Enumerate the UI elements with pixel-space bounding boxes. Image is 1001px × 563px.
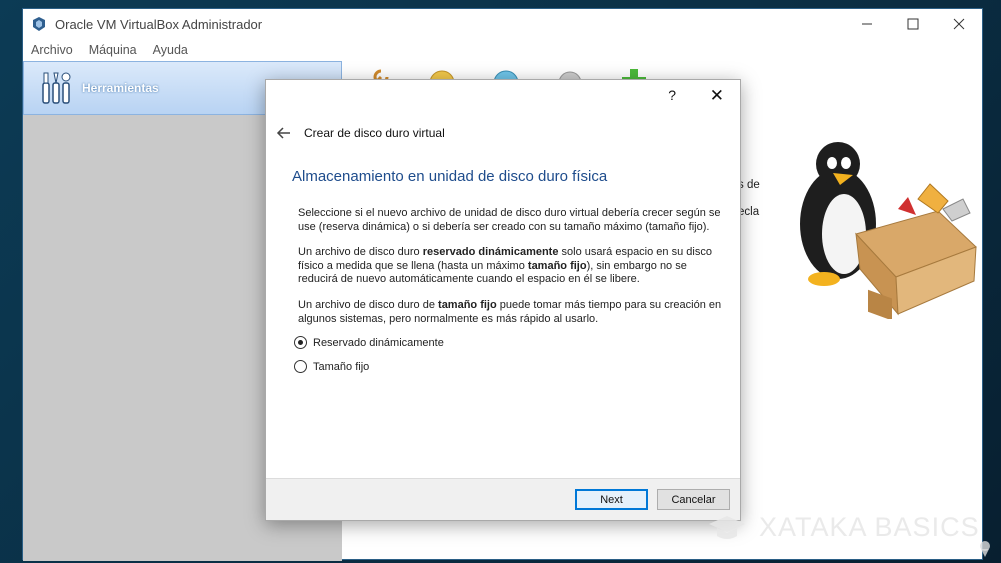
virtualbox-icon [33,17,45,31]
dialog-close-button[interactable]: ✕ [710,86,724,106]
page-title: Almacenamiento en unidad de disco duro f… [292,168,608,185]
dialog-footer: Next Cancelar [266,478,740,520]
radio-button-dynamic[interactable] [294,336,307,349]
para3-bold-fixed: tamaño fijo [438,299,497,311]
dialog-title-bar: ? ✕ [266,80,740,112]
maximize-icon [907,18,919,30]
close-window-button[interactable] [936,9,982,39]
virtualbox-mascot-illustration [800,142,977,319]
minimize-button[interactable] [844,9,890,39]
window-title: Oracle VM VirtualBox Administrador [55,16,263,32]
welcome-text-fragment-2: ecla [738,206,760,218]
menu-ayuda[interactable]: Ayuda [153,43,188,57]
back-arrow-icon[interactable] [276,125,292,141]
para2-text-a: Un archivo de disco duro [298,246,423,258]
description-paragraph-1: Seleccione si el nuevo archivo de unidad… [298,207,721,233]
watermark-text: XATAKA BASICS [759,512,980,542]
welcome-text-fragment-1: s de [738,179,760,191]
help-button[interactable]: ? [668,87,676,103]
graduation-cap-icon [709,515,745,539]
tools-icon [42,72,71,104]
radio-dynamic-option[interactable]: Reservado dinámicamente [294,336,444,349]
radio-fixed-option[interactable]: Tamaño fijo [294,360,369,373]
radio-label-dynamic: Reservado dinámicamente [313,336,444,349]
next-button[interactable]: Next [575,489,648,510]
minimize-icon [862,23,872,25]
menu-bar: Archivo Máquina Ayuda [23,39,982,61]
wizard-header: Crear de disco duro virtual [276,125,445,141]
menu-maquina[interactable]: Máquina [89,43,137,57]
radio-button-fixed[interactable] [294,360,307,373]
description-paragraph-3: Un archivo de disco duro de tamaño fijo … [298,299,728,326]
wizard-title: Crear de disco duro virtual [304,126,445,140]
para2-bold-fixed: tamaño fijo [527,259,587,272]
para3-text-a: Un archivo de disco duro de [298,299,439,311]
watermark: XATAKA BASICS [707,512,980,543]
maximize-button[interactable] [890,9,936,39]
description-paragraph-2: Un archivo de disco duro reservado dinám… [298,246,728,287]
radio-label-fixed: Tamaño fijo [313,360,370,373]
close-icon [953,18,965,30]
create-virtual-disk-dialog: ? ✕ Crear de disco duro virtual Almacena… [265,79,741,521]
cancel-button[interactable]: Cancelar [657,489,730,510]
title-bar: Oracle VM VirtualBox Administrador [23,9,982,39]
sidebar-item-label: Herramientas [82,81,159,95]
para2-bold-dynamic: reservado dinámicamente [422,246,559,258]
menu-archivo[interactable]: Archivo [31,43,73,57]
location-pin-icon [980,541,990,557]
